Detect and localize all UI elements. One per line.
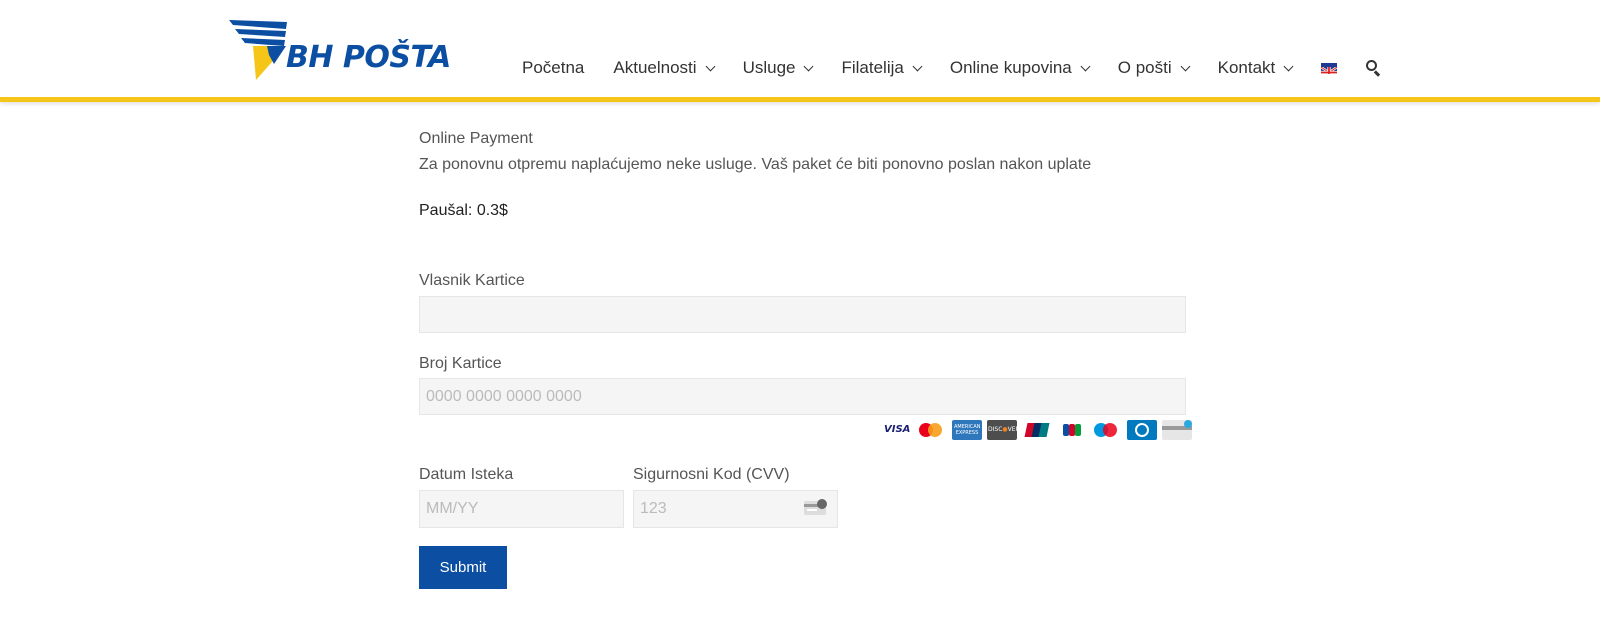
chevron-down-icon bbox=[705, 61, 716, 71]
site-header: BH POŠTA Početna Aktuelnosti Usluge Fila… bbox=[0, 0, 1600, 102]
chevron-down-icon bbox=[1180, 61, 1191, 71]
nav-item-filatelija[interactable]: Filatelija bbox=[841, 58, 923, 78]
chevron-down-icon bbox=[1283, 61, 1294, 71]
nav-item-pocetna[interactable]: Početna bbox=[522, 58, 584, 78]
chevron-down-icon bbox=[804, 61, 814, 71]
bh-posta-logo[interactable]: BH POŠTA bbox=[229, 20, 451, 82]
card-number-label: Broj Kartice bbox=[419, 355, 502, 372]
amex-icon: AMERICAN EXPRESS bbox=[952, 420, 982, 440]
chevron-down-icon bbox=[1080, 61, 1091, 71]
uk-flag-icon[interactable] bbox=[1321, 62, 1338, 74]
cvv-card-icon bbox=[804, 499, 827, 515]
nav-label: Filatelija bbox=[841, 58, 904, 77]
fee-amount: Paušal: 0.3$ bbox=[419, 202, 508, 219]
nav-label: Online kupovina bbox=[949, 58, 1072, 77]
search-icon[interactable] bbox=[1366, 60, 1382, 77]
cardholder-input[interactable] bbox=[419, 296, 1186, 333]
maestro-icon bbox=[1092, 420, 1122, 440]
nav-item-kontakt[interactable]: Kontakt bbox=[1217, 58, 1294, 78]
cardholder-label: Vlasnik Kartice bbox=[419, 272, 525, 289]
nav-item-usluge[interactable]: Usluge bbox=[742, 58, 814, 78]
nav-item-online-kupovina[interactable]: Online kupovina bbox=[949, 58, 1091, 78]
submit-button[interactable]: Submit bbox=[419, 546, 507, 589]
nav-label: O pošti bbox=[1117, 58, 1172, 77]
discover-icon: DISC●VER bbox=[987, 420, 1017, 440]
card-number-input[interactable] bbox=[419, 378, 1186, 415]
generic-card-icon bbox=[1162, 420, 1192, 440]
jcb-icon bbox=[1057, 420, 1087, 440]
nav-label: Usluge bbox=[742, 58, 796, 77]
logo-text: BH POŠTA bbox=[286, 40, 451, 75]
page-title: Online Payment bbox=[419, 130, 533, 147]
visa-icon: VISA bbox=[882, 420, 912, 440]
cvv-label: Sigurnosni Kod (CVV) bbox=[633, 466, 790, 483]
nav-item-aktuelnosti[interactable]: Aktuelnosti bbox=[613, 58, 716, 78]
expiry-input[interactable] bbox=[419, 490, 624, 528]
main-navigation: Početna Aktuelnosti Usluge Filatelija On… bbox=[522, 56, 1382, 80]
mastercard-icon bbox=[917, 420, 947, 440]
expiry-label: Datum Isteka bbox=[419, 466, 514, 483]
logo-wings-icon bbox=[229, 20, 287, 80]
card-brands: VISA AMERICAN EXPRESS DISC●VER bbox=[882, 420, 1192, 440]
nav-label: Početna bbox=[522, 58, 585, 77]
diners-icon bbox=[1127, 420, 1157, 440]
nav-label: Aktuelnosti bbox=[613, 58, 697, 77]
nav-label: Kontakt bbox=[1217, 58, 1276, 77]
chevron-down-icon bbox=[912, 61, 923, 71]
page-description: Za ponovnu otpremu naplaćujemo neke uslu… bbox=[419, 156, 1092, 173]
nav-item-o-posti[interactable]: O pošti bbox=[1117, 58, 1191, 78]
unionpay-icon bbox=[1022, 420, 1052, 440]
